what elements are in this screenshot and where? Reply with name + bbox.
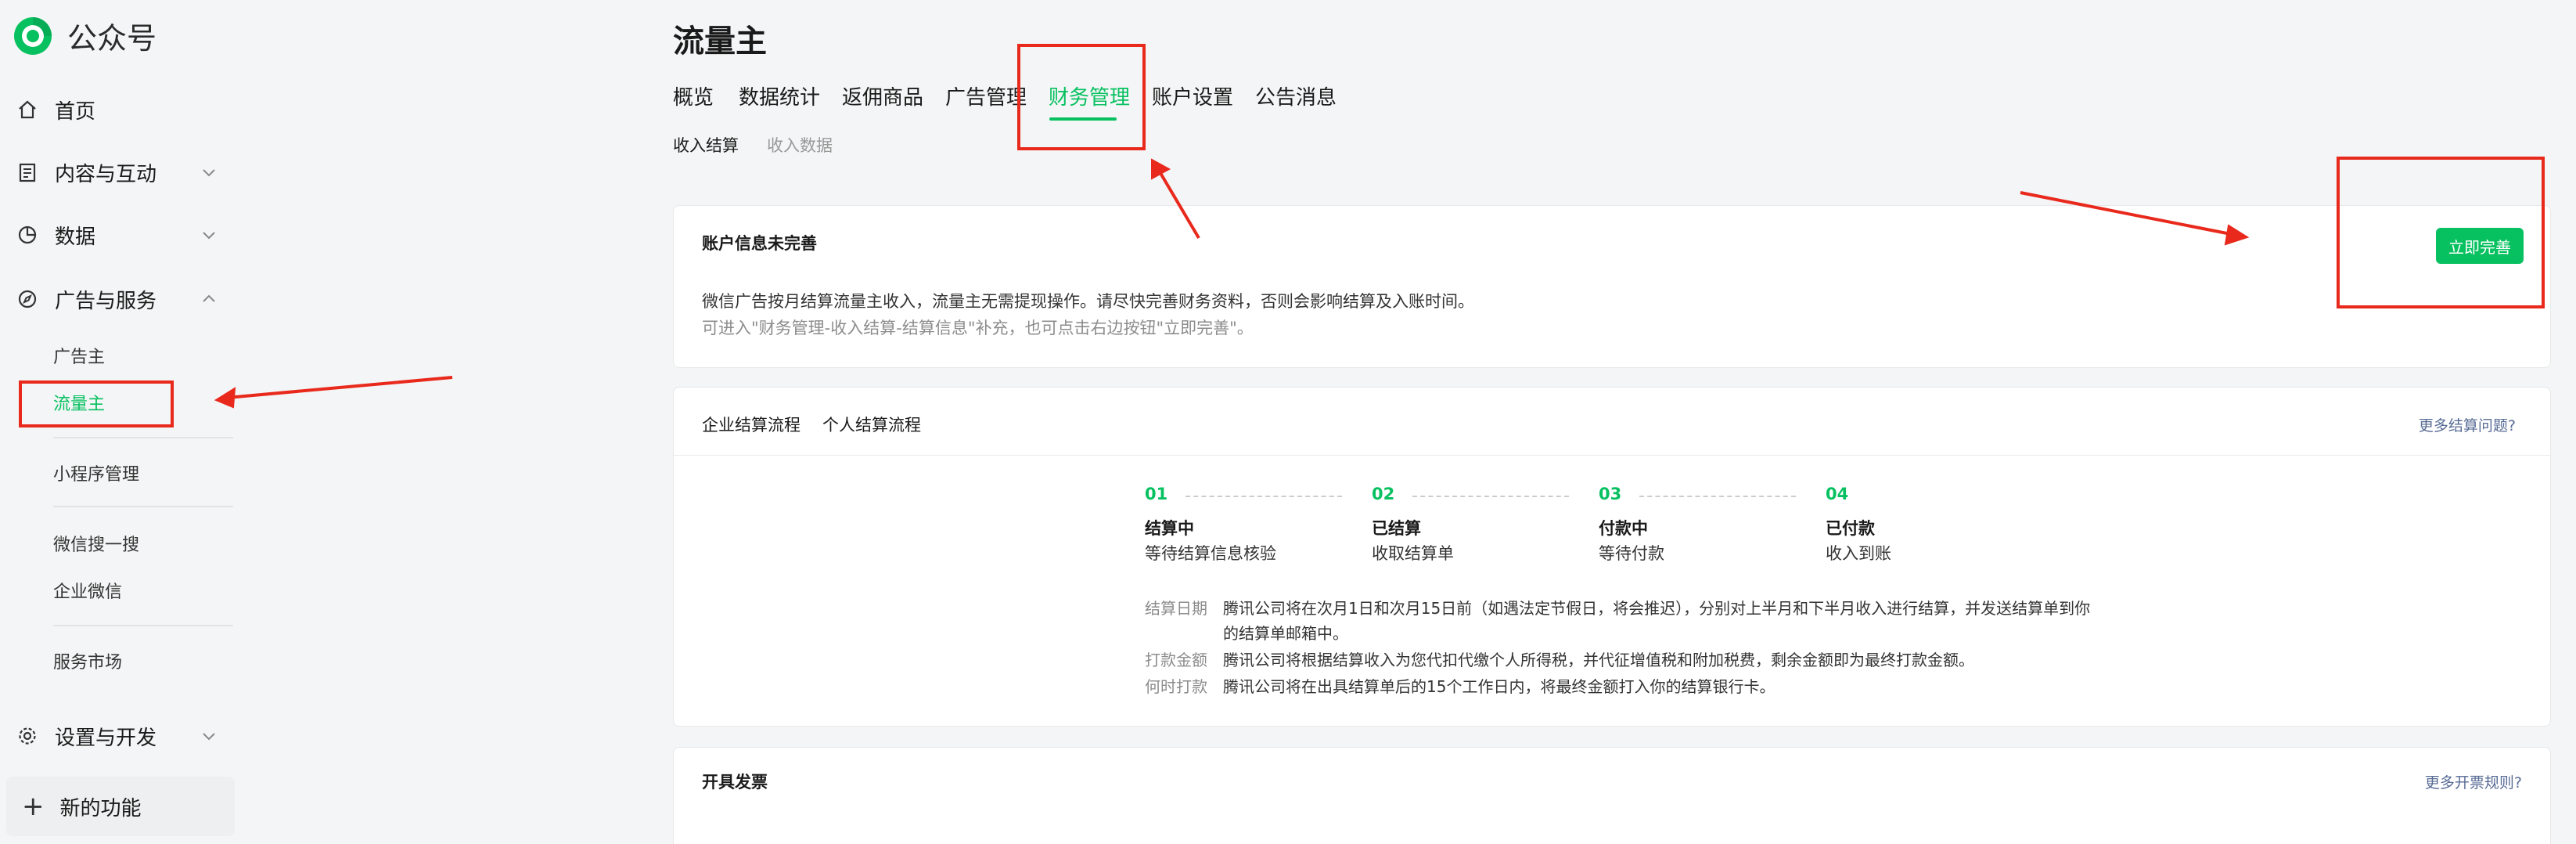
annotation-arrows	[214, 158, 2250, 409]
annotation-arrow	[2020, 191, 2236, 236]
page-root: 公众号 首页 内容与互动 数据 广告与服务 广告主 流量主 小程序管理 微信搜一…	[0, 0, 2576, 844]
annotation-arrowhead	[2224, 224, 2250, 246]
annotation-arrowhead	[214, 387, 236, 409]
annotation-arrow	[1157, 168, 1200, 240]
annotation-arrow	[226, 376, 453, 399]
